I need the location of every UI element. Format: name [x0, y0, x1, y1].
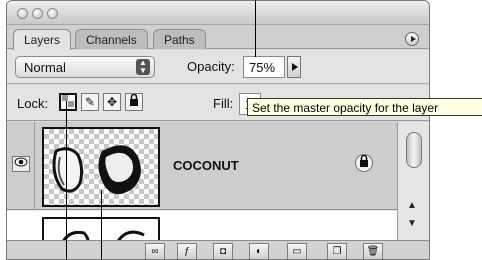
tab-layers-label: Layers — [24, 33, 61, 47]
layer-name[interactable]: COCONUT — [173, 158, 239, 173]
new-layer-icon[interactable]: ❐ — [327, 243, 347, 259]
palette-tabs: Layers Channels Paths — [7, 25, 429, 50]
layers-scrollbar[interactable]: ▲ ▼ — [397, 122, 429, 240]
opacity-tooltip: Set the master opacity for the layer — [247, 98, 482, 116]
opacity-value: 75% — [249, 60, 276, 75]
tooltip-text: Set the master opacity for the layer — [252, 101, 439, 115]
lock-transparent-pixels-icon[interactable] — [59, 93, 77, 111]
layers-palette: Layers Channels Paths Normal ▲ ▼ Opacity:… — [6, 0, 430, 260]
opacity-label: Opacity: — [187, 59, 235, 74]
opacity-slider-button[interactable] — [287, 56, 301, 78]
callout-line-thumbnail — [101, 190, 102, 260]
new-adjustment-layer-icon[interactable]: ◐ — [249, 243, 269, 259]
tab-paths-label: Paths — [164, 33, 195, 47]
tab-paths[interactable]: Paths — [153, 29, 206, 49]
tab-layers[interactable]: Layers — [13, 29, 72, 50]
lock-image-pixels-icon[interactable]: ✎ — [81, 93, 99, 111]
tab-channels-label: Channels — [86, 33, 137, 47]
scrollbar-thumb[interactable] — [406, 132, 422, 168]
tab-channels[interactable]: Channels — [75, 29, 148, 49]
layer-style-icon[interactable]: ƒ — [177, 243, 197, 259]
chevron-updown-icon: ▲ ▼ — [136, 59, 150, 75]
layer-lock-icon — [355, 154, 373, 172]
close-window-button[interactable] — [17, 8, 28, 19]
palette-footer: ∞ ƒ ◘ ◐ ▭ ❐ 🗑 — [7, 240, 429, 259]
minimize-window-button[interactable] — [32, 8, 43, 19]
flyout-menu-icon[interactable] — [405, 32, 419, 46]
add-mask-icon[interactable]: ◘ — [213, 243, 233, 259]
scroll-down-icon[interactable]: ▼ — [407, 218, 417, 229]
zoom-window-button[interactable] — [47, 8, 58, 19]
fill-label: Fill: — [213, 96, 234, 111]
palette-titlebar — [7, 1, 429, 25]
blend-opacity-row: Normal ▲ ▼ Opacity: 75% — [7, 50, 429, 84]
link-layers-icon[interactable]: ∞ — [145, 243, 165, 259]
delete-layer-icon[interactable]: 🗑 — [363, 243, 383, 259]
callout-line-lock — [66, 101, 67, 260]
layers-list: COCONUT — [7, 122, 429, 257]
lock-label: Lock: — [17, 96, 49, 111]
new-group-icon[interactable]: ▭ — [287, 243, 307, 259]
lock-position-icon[interactable]: ✥ — [103, 93, 121, 111]
blend-mode-select[interactable]: Normal ▲ ▼ — [15, 56, 155, 78]
opacity-field[interactable]: 75% — [243, 56, 285, 78]
lock-all-icon[interactable] — [125, 93, 143, 111]
callout-line-opacity — [255, 0, 256, 57]
blend-mode-value: Normal — [24, 60, 66, 75]
visibility-cell[interactable] — [7, 122, 35, 210]
scroll-up-icon[interactable]: ▲ — [407, 200, 417, 211]
eye-icon[interactable] — [12, 156, 30, 172]
